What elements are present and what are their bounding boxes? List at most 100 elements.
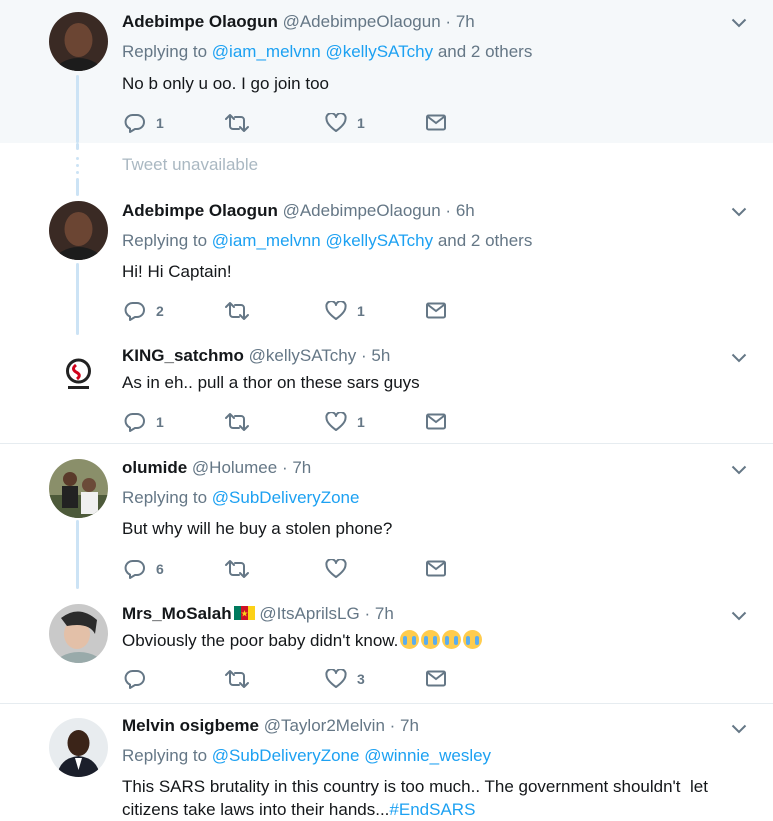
reply-button[interactable]: 1 <box>124 113 164 133</box>
reply-icon <box>124 560 145 579</box>
dm-button[interactable] <box>426 413 446 430</box>
retweet-button[interactable] <box>224 412 260 432</box>
display-name[interactable]: Adebimpe Olaogun <box>122 12 278 31</box>
timestamp[interactable]: 5h <box>371 346 390 365</box>
cameroon-flag <box>233 606 255 620</box>
replying-to: Replying to @SubDeliveryZone @winnie_wes… <box>122 746 491 766</box>
avatar[interactable] <box>49 345 108 404</box>
dm-button[interactable] <box>426 560 446 577</box>
dm-button[interactable] <box>426 114 446 131</box>
heart-icon <box>325 669 347 688</box>
thread-dot <box>76 164 79 167</box>
timestamp[interactable]: 7h <box>456 12 475 31</box>
reply-button[interactable]: 1 <box>124 412 164 432</box>
tweet[interactable]: olumide @Holumee · 7h Replying to @SubDe… <box>0 444 773 589</box>
display-name[interactable]: Adebimpe Olaogun <box>122 201 278 220</box>
chevron-down-icon[interactable] <box>731 18 747 28</box>
like-count: 1 <box>357 115 365 131</box>
chevron-down-icon[interactable] <box>731 353 747 363</box>
avatar[interactable] <box>49 604 108 663</box>
user-handle[interactable]: @Holumee <box>192 458 277 477</box>
retweet-button[interactable] <box>224 669 260 689</box>
display-name[interactable]: Mrs_MoSalah <box>122 604 255 623</box>
replying-label: Replying to <box>122 746 208 765</box>
user-handle[interactable]: @AdebimpeOlaogun <box>283 201 441 220</box>
retweet-button[interactable] <box>224 301 260 321</box>
display-name[interactable]: Melvin osigbeme <box>122 716 259 735</box>
reply-button[interactable]: 2 <box>124 301 164 321</box>
tweet-header: olumide @Holumee · 7h <box>122 458 311 478</box>
reply-icon <box>124 670 145 689</box>
tweet[interactable]: KING_satchmo @kellySATchy · 5h As in eh.… <box>0 335 773 443</box>
chevron-down-icon[interactable] <box>731 724 747 734</box>
dm-button[interactable] <box>426 670 446 687</box>
mention-link[interactable]: @winnie_wesley <box>364 746 491 765</box>
timestamp[interactable]: 7h <box>400 716 419 735</box>
separator: · <box>445 12 452 31</box>
envelope-icon <box>426 114 446 131</box>
tweet-header: Adebimpe Olaogun @AdebimpeOlaogun · 6h <box>122 201 475 221</box>
thread-line <box>76 143 79 150</box>
retweet-icon <box>225 560 249 578</box>
replying-to: Replying to @iam_melvnn @kellySATchy and… <box>122 231 532 251</box>
avatar[interactable] <box>49 718 108 777</box>
tweet-header: KING_satchmo @kellySATchy · 5h <box>122 346 390 366</box>
tweet-header: Adebimpe Olaogun @AdebimpeOlaogun · 7h <box>122 12 475 32</box>
tweet[interactable]: Mrs_MoSalah @ItsAprilsLG · 7h Obviously … <box>0 589 773 701</box>
user-handle[interactable]: @Taylor2Melvin <box>264 716 385 735</box>
display-name[interactable]: KING_satchmo <box>122 346 244 365</box>
reply-icon <box>124 114 145 133</box>
mention-link[interactable]: @iam_melvnn <box>212 231 321 250</box>
envelope-icon <box>426 413 446 430</box>
user-handle[interactable]: @kellySATchy <box>249 346 357 365</box>
avatar[interactable] <box>49 459 108 518</box>
chevron-down-icon[interactable] <box>731 611 747 621</box>
retweet-button[interactable] <box>224 113 260 133</box>
timestamp[interactable]: 7h <box>375 604 394 623</box>
retweet-button[interactable] <box>224 559 260 579</box>
like-button[interactable]: 3 <box>325 669 365 689</box>
separator: · <box>445 201 452 220</box>
tweet-text: This SARS brutality in this country is t… <box>122 775 762 821</box>
heart-icon <box>325 412 347 431</box>
thread-line <box>76 75 79 143</box>
tweet[interactable]: Melvin osigbeme @Taylor2Melvin · 7h Repl… <box>0 704 773 821</box>
others-link[interactable]: and 2 others <box>438 42 533 61</box>
timestamp[interactable]: 6h <box>456 201 475 220</box>
user-handle[interactable]: @ItsAprilsLG <box>259 604 359 623</box>
user-handle[interactable]: @AdebimpeOlaogun <box>283 12 441 31</box>
mention-link[interactable]: @SubDeliveryZone <box>212 488 360 507</box>
mention-link[interactable]: @kellySATchy <box>325 231 433 250</box>
like-button[interactable]: 1 <box>325 301 365 321</box>
chevron-down-icon[interactable] <box>731 207 747 217</box>
timestamp[interactable]: 7h <box>292 458 311 477</box>
tweet[interactable]: Adebimpe Olaogun @AdebimpeOlaogun · 7h R… <box>0 0 773 143</box>
like-button[interactable]: 1 <box>325 412 365 432</box>
separator: · <box>389 716 396 735</box>
reply-button[interactable]: 6 <box>124 559 164 579</box>
hashtag-link[interactable]: #EndSARS <box>389 800 475 819</box>
separator: · <box>364 604 371 623</box>
mention-link[interactable]: @SubDeliveryZone <box>212 746 360 765</box>
retweet-icon <box>225 302 249 320</box>
avatar[interactable] <box>49 201 108 260</box>
others-link[interactable]: and 2 others <box>438 231 533 250</box>
tweet-text-content: Obviously the poor baby didn't know. <box>122 631 399 650</box>
avatar[interactable] <box>49 12 108 71</box>
heart-icon <box>325 301 347 320</box>
replying-label: Replying to <box>122 231 208 250</box>
envelope-icon <box>426 670 446 687</box>
chevron-down-icon[interactable] <box>731 465 747 475</box>
display-name[interactable]: olumide <box>122 458 187 477</box>
dm-button[interactable] <box>426 302 446 319</box>
replying-label: Replying to <box>122 42 208 61</box>
tweet-text-content: citizens take laws into their hands... <box>122 800 390 819</box>
heart-icon <box>325 113 347 132</box>
mention-link[interactable]: @iam_melvnn <box>212 42 321 61</box>
tweet[interactable]: Adebimpe Olaogun @AdebimpeOlaogun · 6h R… <box>0 190 773 335</box>
reply-button[interactable] <box>124 669 156 689</box>
like-button[interactable]: 1 <box>325 113 365 133</box>
like-button[interactable] <box>325 559 357 579</box>
mention-link[interactable]: @kellySATchy <box>325 42 433 61</box>
replying-to: Replying to @iam_melvnn @kellySATchy and… <box>122 42 532 62</box>
